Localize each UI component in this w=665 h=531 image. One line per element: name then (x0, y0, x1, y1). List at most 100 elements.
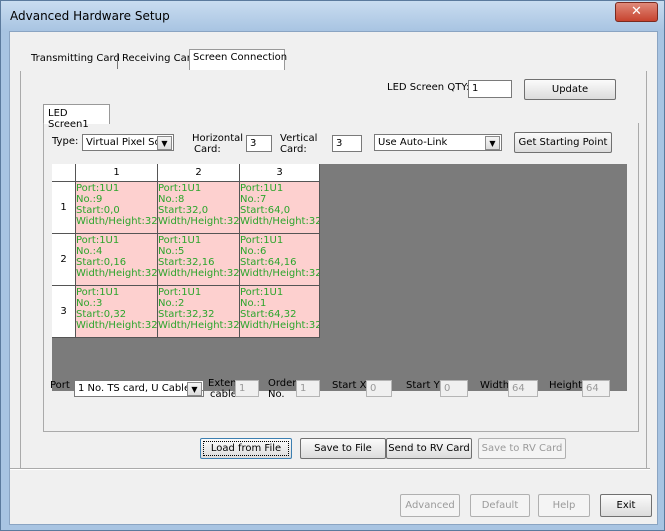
receiving-card-cell[interactable]: Port:1U1 No.:8 Start:32,0 Width/Height:3… (158, 182, 240, 234)
grid-row-header: 1 (52, 182, 76, 234)
grid-col-header: 1 (76, 164, 158, 182)
update-button[interactable]: Update (524, 79, 616, 100)
cell-size: Width/Height:32 (158, 216, 240, 227)
window-title: Advanced Hardware Setup (10, 9, 170, 23)
receiving-card-cell[interactable]: Port:1U1 No.:1 Start:64,32 Width/Height:… (240, 286, 320, 338)
tab-screen-connection[interactable]: Screen Connection (189, 49, 287, 70)
cell-number: No.:2 (158, 298, 185, 309)
cell-size: Width/Height:32 (76, 320, 158, 331)
cell-number: No.:6 (240, 246, 267, 257)
load-from-file-button[interactable]: Load from File (200, 438, 292, 459)
grid-corner (52, 164, 76, 182)
receiving-card-cell[interactable]: Port:1U1 No.:9 Start:0,0 Width/Height:32 (76, 182, 158, 234)
dialog-client-area: Transmitting Card Receiving Card Screen … (9, 31, 658, 525)
screen-qty-label: LED Screen QTY: (387, 82, 470, 93)
help-button[interactable]: Help (538, 494, 590, 517)
start-x-label: Start X (332, 380, 367, 391)
cell-port: Port:1U1 (240, 235, 284, 246)
vertical-label-line2: Card: (280, 144, 307, 155)
port-label: Port (50, 380, 70, 391)
type-select[interactable]: Virtual Pixel Scre ▼ (82, 134, 174, 151)
port-select[interactable]: 1 No. TS card, U Cable (1 ▼ (74, 380, 204, 397)
start-y-label: Start Y (406, 380, 440, 391)
screen-qty-input[interactable]: 1 (468, 80, 512, 98)
port-select-value: 1 No. TS card, U Cable (1 (78, 383, 204, 394)
cell-number: No.:3 (76, 298, 103, 309)
exten-cable-input[interactable]: 1 (235, 380, 259, 397)
cell-start: Start:64,0 (240, 205, 291, 216)
horizontal-label-line2: Card: (194, 144, 221, 155)
dropdown-arrow-icon[interactable]: ▼ (187, 382, 202, 396)
dialog-window: Advanced Hardware Setup ✕ Transmitting C… (0, 0, 665, 531)
cell-start: Start:64,32 (240, 309, 297, 320)
cell-start: Start:32,32 (158, 309, 215, 320)
cell-size: Width/Height:32 (240, 216, 320, 227)
cell-port: Port:1U1 (158, 287, 202, 298)
tab-divider (117, 53, 118, 69)
width-input[interactable]: 64 (508, 380, 538, 397)
cell-port: Port:1U1 (76, 183, 120, 194)
tab-transmitting-card[interactable]: Transmitting Card (28, 51, 123, 70)
cell-size: Width/Height:32 (158, 320, 240, 331)
receiving-card-cell[interactable]: Port:1U1 No.:6 Start:64,16 Width/Height:… (240, 234, 320, 286)
receiving-card-cell[interactable]: Port:1U1 No.:3 Start:0,32 Width/Height:3… (76, 286, 158, 338)
cell-port: Port:1U1 (240, 183, 284, 194)
type-label: Type: (52, 136, 79, 147)
advanced-button[interactable]: Advanced (400, 494, 460, 517)
save-to-file-button[interactable]: Save to File (300, 438, 386, 459)
cell-number: No.:1 (240, 298, 267, 309)
screen-layout-grid[interactable]: 1 2 3 1 2 3 Port:1U1 No.:9 Start:0,0 Wid… (52, 164, 627, 391)
cell-size: Width/Height:32 (158, 268, 240, 279)
cell-port: Port:1U1 (240, 287, 284, 298)
cell-number: No.:8 (158, 194, 185, 205)
start-y-input[interactable]: 0 (440, 380, 468, 397)
dropdown-arrow-icon[interactable]: ▼ (485, 136, 500, 150)
order-label-line1: Order (268, 378, 297, 389)
receiving-card-cell[interactable]: Port:1U1 No.:5 Start:32,16 Width/Height:… (158, 234, 240, 286)
horizontal-label-line1: Horizontal (192, 133, 244, 144)
start-x-input[interactable]: 0 (366, 380, 392, 397)
vertical-label-line1: Vertical (280, 133, 318, 144)
grid-col-header: 2 (158, 164, 240, 182)
tab-led-screen1[interactable]: LED Screen1 (43, 104, 110, 130)
grid-row-header: 2 (52, 234, 76, 286)
height-label: Height (549, 380, 583, 391)
receiving-card-cell[interactable]: Port:1U1 No.:2 Start:32,32 Width/Height:… (158, 286, 240, 338)
exten-label-line2: cable (210, 389, 237, 400)
cell-start: Start:0,32 (76, 309, 127, 320)
width-label: Width (480, 380, 510, 391)
cell-size: Width/Height:32 (76, 268, 158, 279)
title-bar[interactable]: Advanced Hardware Setup ✕ (1, 1, 664, 31)
cell-size: Width/Height:32 (76, 216, 158, 227)
receiving-card-cell[interactable]: Port:1U1 No.:4 Start:0,16 Width/Height:3… (76, 234, 158, 286)
tab-receiving-card[interactable]: Receiving Card (119, 51, 200, 70)
cell-size: Width/Height:32 (240, 320, 320, 331)
link-mode-value: Use Auto-Link (378, 137, 448, 148)
vertical-card-input[interactable]: 3 (332, 135, 362, 152)
divider (10, 469, 650, 470)
cell-number: No.:9 (76, 194, 103, 205)
default-button[interactable]: Default (470, 494, 530, 517)
send-to-rv-card-button[interactable]: Send to RV Card (386, 438, 472, 459)
order-label-line2: No. (268, 389, 285, 400)
receiving-card-cell[interactable]: Port:1U1 No.:7 Start:64,0 Width/Height:3… (240, 182, 320, 234)
cell-start: Start:0,0 (76, 205, 120, 216)
save-to-rv-card-button[interactable]: Save to RV Card (478, 438, 566, 459)
cell-port: Port:1U1 (76, 287, 120, 298)
order-no-label: Order No. (268, 378, 296, 400)
get-starting-point-button[interactable]: Get Starting Point (514, 132, 612, 153)
horizontal-card-input[interactable]: 3 (246, 135, 272, 152)
dropdown-arrow-icon[interactable]: ▼ (157, 136, 172, 150)
exit-button[interactable]: Exit (600, 494, 652, 517)
close-button[interactable]: ✕ (615, 2, 658, 22)
vertical-card-label: Vertical Card: (280, 133, 317, 155)
link-mode-select[interactable]: Use Auto-Link ▼ (374, 134, 502, 151)
cell-port: Port:1U1 (158, 183, 202, 194)
cell-start: Start:32,16 (158, 257, 215, 268)
height-input[interactable]: 64 (582, 380, 610, 397)
order-no-input[interactable]: 1 (296, 380, 320, 397)
grid-row-header: 3 (52, 286, 76, 338)
cell-start: Start:64,16 (240, 257, 297, 268)
cell-port: Port:1U1 (76, 235, 120, 246)
cell-number: No.:7 (240, 194, 267, 205)
